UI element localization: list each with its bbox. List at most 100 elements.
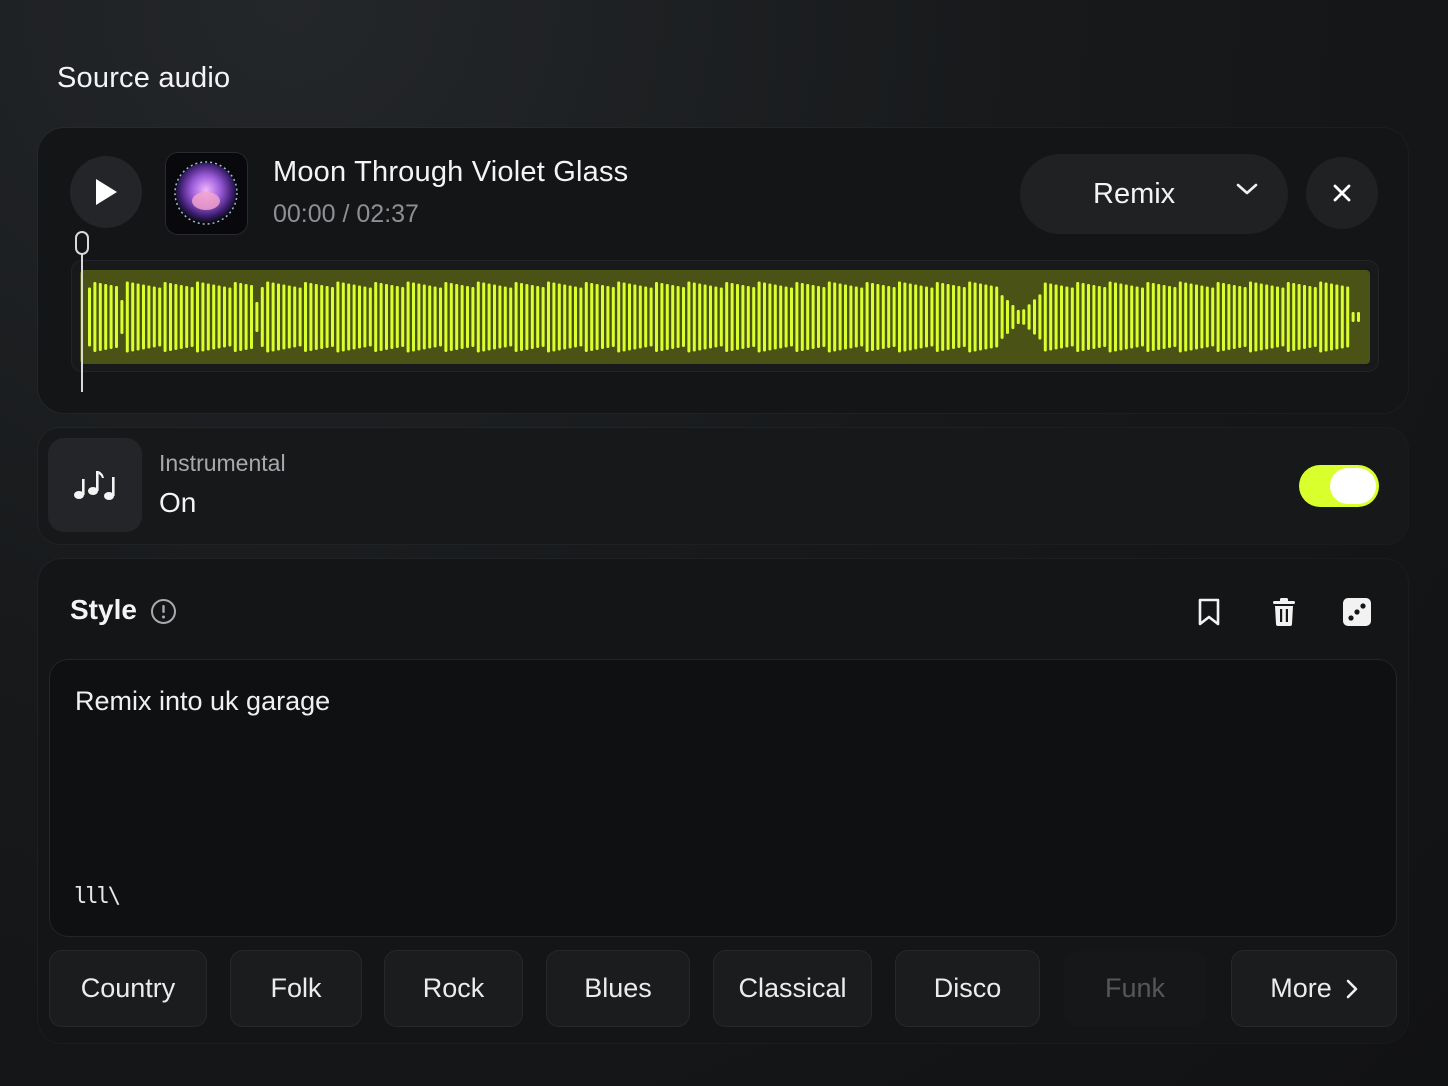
style-title: Style [70,594,137,625]
chevron-right-icon [1346,979,1358,998]
waveform-bar [336,281,340,353]
waveform-bar [698,283,702,351]
waveform-bar [806,284,810,350]
waveform-bar [719,287,723,347]
waveform-bar [703,284,707,350]
delete-button[interactable] [1267,595,1301,629]
genre-chip-blues[interactable]: Blues [547,951,689,1026]
bookmark-icon [1198,598,1220,626]
waveform-bar [1265,284,1269,350]
instrumental-toggle[interactable] [1299,465,1379,507]
waveform-bar [1259,283,1263,351]
waveform-bar [1216,282,1220,352]
waveform-bar [1081,283,1085,351]
waveform-bar [541,287,545,347]
genre-chip-disco[interactable]: Disco [896,951,1039,1026]
waveform-bar [250,285,253,349]
waveform-bar [482,282,486,352]
waveform-bar [109,285,113,349]
waveform-bar [1297,284,1301,350]
waveform-bar [741,285,745,349]
waveform-bar [1308,286,1312,348]
waveform-bar [962,287,966,347]
waveform-bar [1270,285,1274,349]
waveform-bar [444,282,448,352]
waveform-bar [946,284,950,350]
close-button[interactable] [1306,157,1378,229]
waveform-bar [196,281,199,353]
waveform-bar [525,284,529,350]
waveform-bar [368,287,372,347]
waveform-bar [865,282,869,352]
waveform-bar [757,281,761,353]
waveform-bar [1340,285,1344,349]
waveform-bar [968,281,972,353]
randomize-button[interactable] [1340,595,1374,629]
waveform-bar [163,282,167,352]
genre-chip-funk[interactable]: Funk [1064,951,1206,1026]
waveform-bar [887,286,891,348]
waveform-bar [595,284,599,350]
waveform-bar [158,287,162,347]
waveform-bar [152,286,156,348]
waveform-bar [293,286,297,348]
waveform-bar [1103,287,1107,347]
waveform-bar [206,283,210,351]
waveform-bar [439,287,442,347]
waveform[interactable] [80,270,1370,364]
waveform-bar [498,285,502,349]
waveform-bar [622,282,626,352]
waveform-bar [709,285,712,349]
waveform-bar [1292,283,1296,351]
playhead-handle[interactable] [75,231,89,255]
waveform-bar [1195,284,1198,350]
waveform-bar [1087,284,1090,350]
waveform-bar [331,287,334,347]
playhead-line [81,250,83,392]
genre-chip-classical[interactable]: Classical [714,951,871,1026]
waveform-bar [1211,287,1215,347]
waveform-bar [1178,281,1182,353]
waveform-bar [552,282,556,352]
waveform-bar [1038,294,1042,340]
play-button[interactable] [70,156,142,228]
genre-chip-folk[interactable]: Folk [231,951,361,1026]
waveform-bar [125,281,129,353]
waveform-bar [487,283,491,351]
waveform-bar [692,282,696,352]
waveform-bar [1232,285,1236,349]
waveform-bar [422,284,426,350]
waveform-bar [568,285,572,349]
waveform-bar [628,283,631,351]
waveform-bar [1335,284,1339,350]
instrumental-value: On [159,487,197,518]
style-input-mark: lll\ [74,884,121,909]
track-title: Moon Through Violet Glass [273,156,629,188]
waveform-bar [298,287,302,347]
bookmark-button[interactable] [1192,595,1226,629]
waveform-bar [1065,286,1069,348]
waveform-bar [1092,285,1096,349]
waveform-bar [401,287,405,347]
waveform-bar [579,287,583,347]
genre-chip-country[interactable]: Country [50,951,206,1026]
waveform-bar [833,282,837,352]
waveform-bar [260,287,264,347]
more-genres-label: More [1270,973,1332,1003]
waveform-bar [1168,286,1171,348]
waveform-bar [1173,287,1177,347]
album-cover [166,153,247,234]
mode-dropdown[interactable]: Remix [1020,154,1288,234]
waveform-bar [930,287,934,347]
waveform-bar [455,284,459,350]
waveform-bar [655,282,658,352]
more-genres-button[interactable]: More [1232,951,1396,1026]
waveform-bar [671,285,675,349]
waveform-bar [935,282,939,352]
waveform-bar [779,285,783,349]
waveform-bar [115,286,118,348]
genre-chip-rock[interactable]: Rock [385,951,522,1026]
waveform-bar [763,282,766,352]
waveform-bar [406,281,410,353]
info-icon[interactable] [150,598,177,625]
